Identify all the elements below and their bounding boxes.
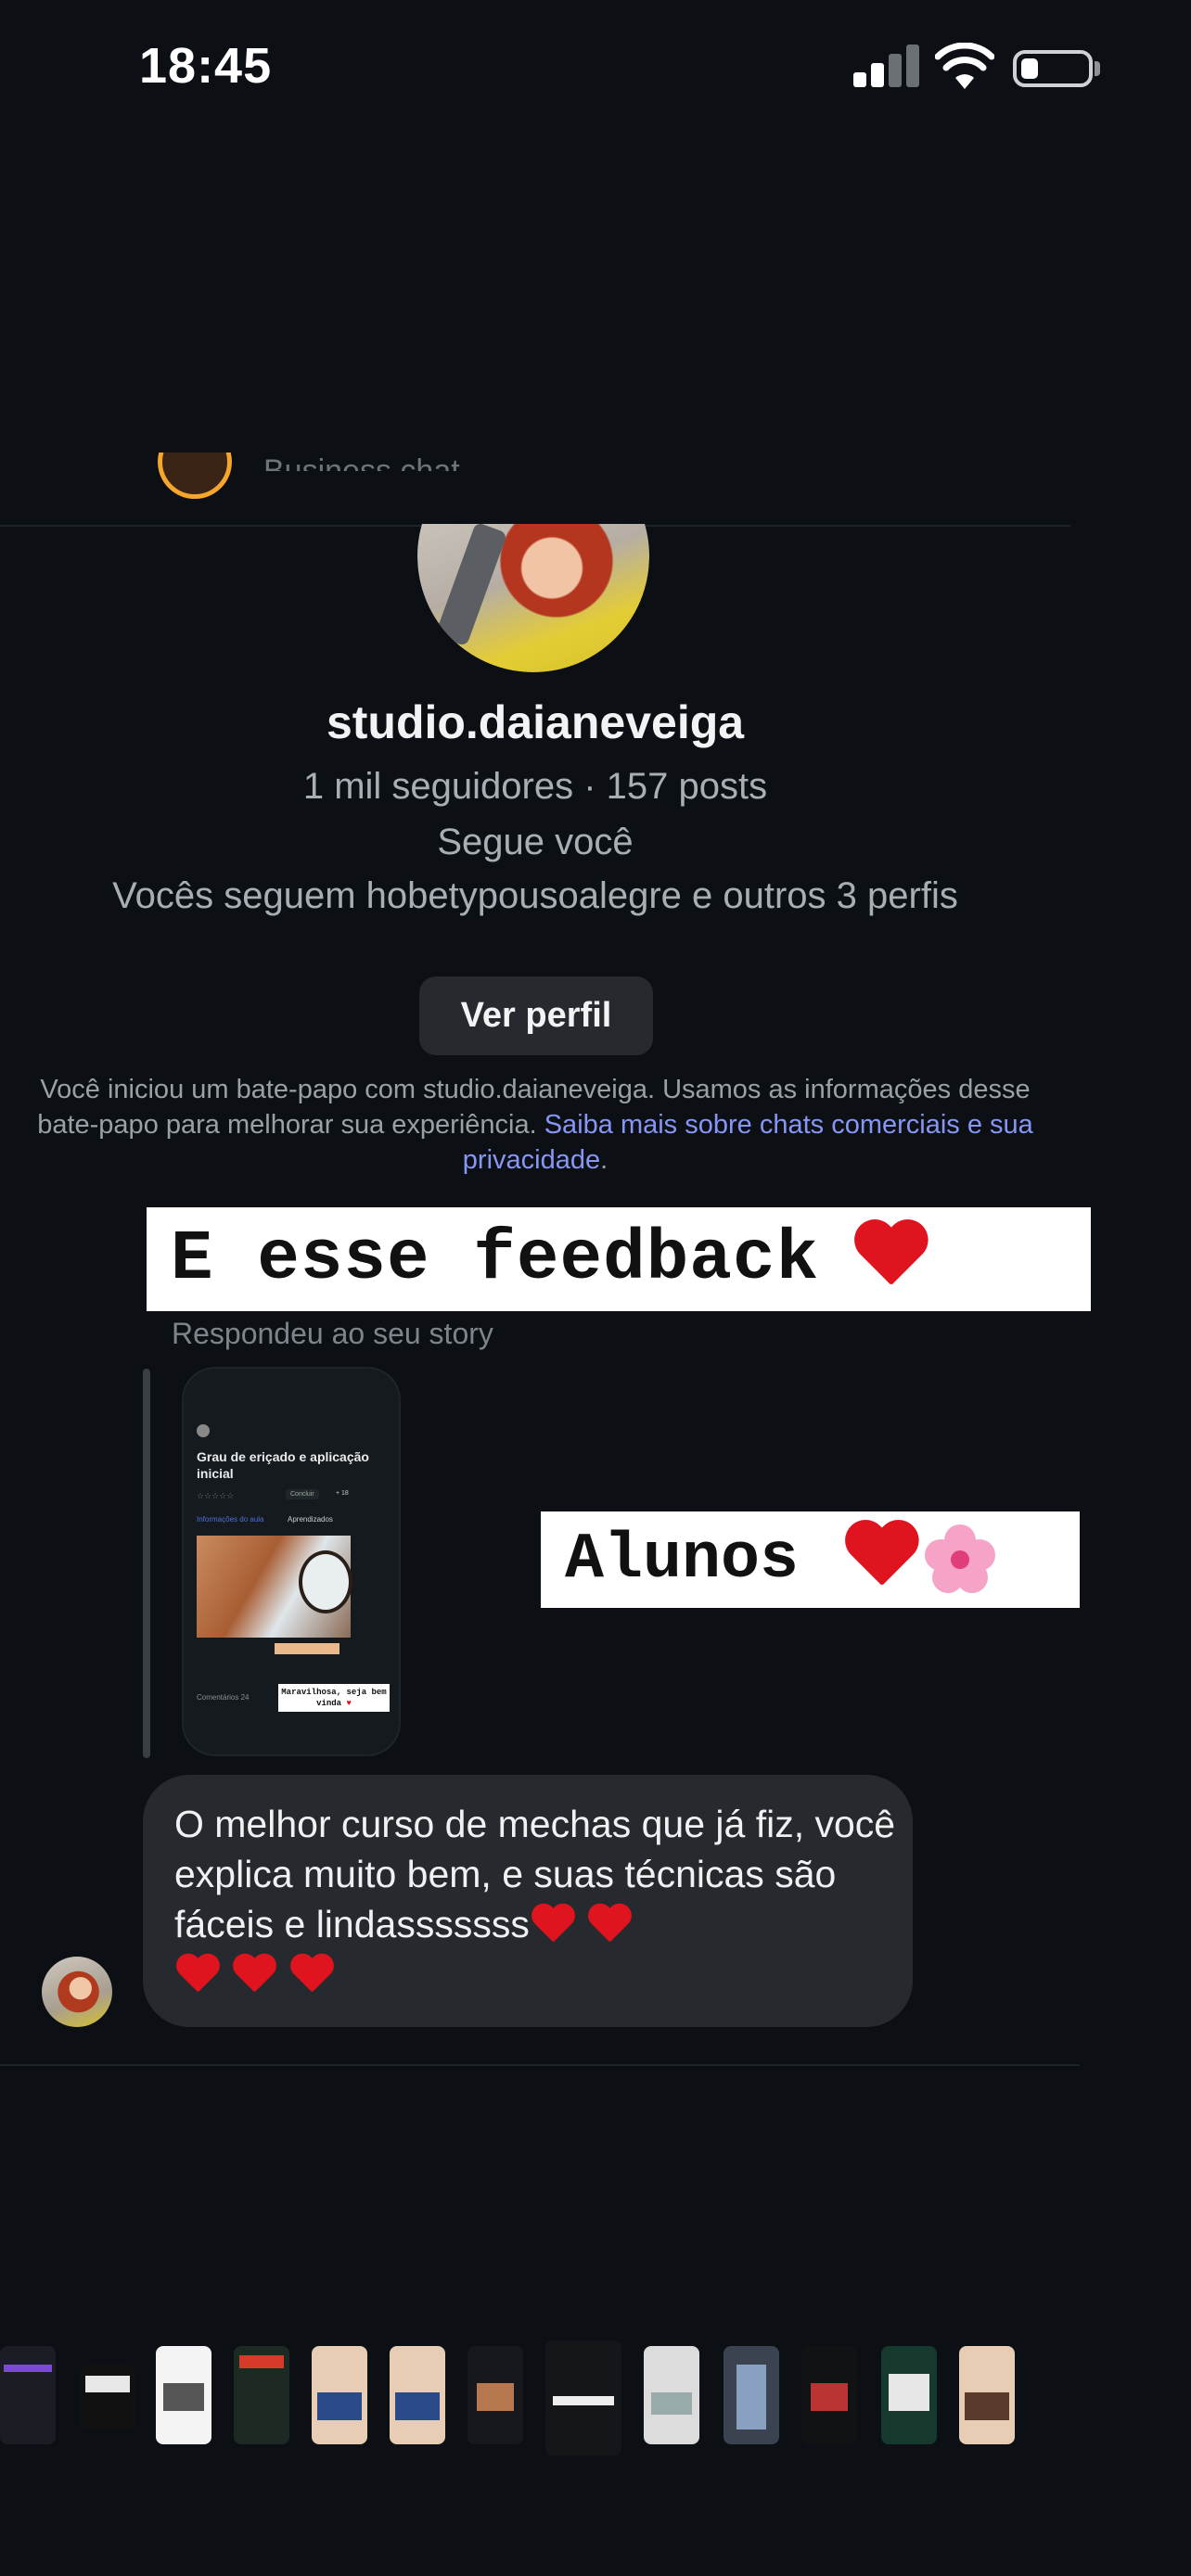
profile-mutuals: Vocês seguem hobetypousoalegre e outros …: [112, 875, 958, 916]
story-stars: ☆☆☆☆☆: [197, 1491, 235, 1500]
heart-icon: [174, 1955, 221, 1999]
view-profile-button[interactable]: Ver perfil: [419, 976, 653, 1055]
message-text: O melhor curso de mechas que já fiz, voc…: [174, 1799, 898, 1999]
heart-icon: [530, 1905, 576, 1949]
heart-icon: [231, 1955, 277, 1999]
profile-photo[interactable]: [417, 524, 649, 672]
story-thumbnail[interactable]: [467, 2346, 523, 2444]
replied-to-story-label: Respondeu ao seu story: [172, 1317, 493, 1350]
heart-icon: [842, 1522, 921, 1598]
chat-info-notice: Você iniciou um bate-papo com studio.dai…: [28, 1072, 1043, 1178]
profile-follows-you: Segue você: [437, 822, 634, 862]
story-thumbnail[interactable]: [881, 2346, 937, 2444]
story-thumbnail[interactable]: [801, 2346, 857, 2444]
story-thumbnail[interactable]: [234, 2346, 289, 2444]
cellular-signal-icon: [853, 45, 920, 87]
story-avatar: [197, 1424, 210, 1437]
story-thumbnail[interactable]: [312, 2346, 367, 2444]
story-preview-card[interactable]: Grau de eriçado e aplicação inicial ☆☆☆☆…: [182, 1367, 401, 1756]
story-thumbnail[interactable]: [545, 2340, 621, 2455]
story-conclude-button: Concluir: [286, 1489, 319, 1499]
story-info-link: Informações do aula: [197, 1515, 264, 1524]
story-comments: Comentários 24: [197, 1693, 250, 1702]
story-sticker-text: Maravilhosa, seja bem vinda: [281, 1688, 387, 1708]
footer-divider: [0, 2064, 1080, 2066]
story-thumbnail[interactable]: [724, 2346, 779, 2444]
info-end: .: [600, 1145, 608, 1175]
battery-icon: [1013, 50, 1093, 87]
profile-username: studio.daianeveiga: [326, 696, 745, 748]
header-avatar[interactable]: [158, 453, 237, 508]
wifi-icon: [935, 43, 994, 89]
header-subtitle: Business chat: [263, 453, 460, 471]
story-thumbnail[interactable]: [0, 2346, 56, 2444]
story-learnings: Aprendizados: [288, 1515, 333, 1524]
feedback-sticker[interactable]: E esse feedback: [147, 1207, 1091, 1311]
story-thumbnail[interactable]: [156, 2346, 211, 2444]
story-thumbnail[interactable]: [644, 2346, 699, 2444]
alunos-sticker-text: Alunos: [565, 1523, 800, 1597]
heart-icon: [586, 1905, 633, 1949]
privacy-link[interactable]: Saiba mais sobre chats comerciais e sua …: [463, 1110, 1033, 1175]
story-image: [197, 1536, 352, 1638]
story-rating: + 18: [336, 1490, 349, 1497]
feedback-sticker-text: E esse feedback: [171, 1219, 820, 1299]
story-sticker: Maravilhosa, seja bem vinda ♥: [278, 1684, 390, 1712]
battery-tip: [1095, 61, 1100, 76]
story-thumbnail[interactable]: [80, 2365, 135, 2429]
story-tag: [275, 1643, 339, 1654]
story-thumbnail-strip[interactable]: [0, 2340, 1191, 2467]
alunos-sticker[interactable]: Alunos: [541, 1511, 1080, 1608]
story-title: Grau de eriçado e aplicação inicial: [197, 1449, 369, 1481]
heart-icon: [288, 1955, 335, 1999]
sender-avatar[interactable]: [42, 1957, 112, 2027]
message-bubble[interactable]: O melhor curso de mechas que já fiz, voc…: [143, 1775, 913, 2027]
story-thumbnail[interactable]: [390, 2346, 445, 2444]
profile-stats: 1 mil seguidores · 157 posts: [302, 766, 768, 807]
cherry-blossom-icon: [923, 1523, 997, 1597]
reply-indicator-bar: [143, 1369, 150, 1758]
heart-icon: [852, 1221, 930, 1297]
status-time: 18:45: [139, 38, 273, 94]
story-thumbnail[interactable]: [959, 2346, 1015, 2444]
